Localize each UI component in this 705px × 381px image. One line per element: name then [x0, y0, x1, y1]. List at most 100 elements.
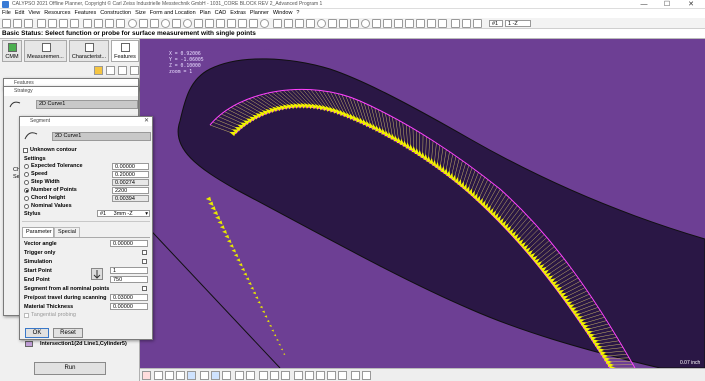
trigger-only-checkbox[interactable] [142, 250, 147, 255]
refresh-icon[interactable] [351, 371, 360, 380]
straightness-icon[interactable] [306, 19, 315, 28]
cad-graphic-view[interactable] [140, 39, 705, 368]
flatness-icon[interactable] [295, 19, 304, 28]
help-icon[interactable] [473, 19, 482, 28]
sphere-feature-icon[interactable] [194, 19, 203, 28]
chord-height-radio[interactable] [24, 196, 29, 201]
rotate-icon[interactable] [246, 371, 255, 380]
stylus-direction-select[interactable]: 1 -Z [505, 20, 531, 27]
pan-icon[interactable] [235, 371, 244, 380]
minimize-button[interactable]: — [633, 0, 655, 9]
stop-icon[interactable] [105, 19, 114, 28]
cylinder-feature-icon[interactable] [172, 19, 181, 28]
stylus-icon[interactable] [59, 19, 68, 28]
tab-measurement[interactable]: Measuremen... [24, 40, 67, 62]
speed-field[interactable]: 0.20000 [112, 171, 149, 178]
start-icon[interactable] [94, 19, 103, 28]
simulation-icon[interactable] [462, 19, 471, 28]
menu-resources[interactable]: Resources [42, 9, 72, 18]
end-point-field[interactable]: 750 [110, 276, 148, 283]
arrow-up-icon[interactable] [130, 66, 139, 75]
view-top-icon[interactable] [165, 371, 174, 380]
feature-tree-item[interactable]: Intersection1(2d Line1,Cylinder5) [40, 341, 127, 347]
free-form-icon[interactable] [238, 19, 247, 28]
highlight-icon[interactable] [94, 66, 103, 75]
zoom-in-icon[interactable] [294, 371, 303, 380]
zoom-fit-icon[interactable] [327, 371, 336, 380]
menu-construction[interactable]: Construction [98, 9, 133, 18]
prepost-field[interactable]: 0.03000 [110, 294, 148, 301]
segment-all-checkbox[interactable] [142, 286, 147, 291]
tab-cmm[interactable]: CMM [2, 40, 22, 62]
stop-view-icon[interactable] [142, 371, 151, 380]
menu-edit[interactable]: Edit [13, 9, 26, 18]
open-icon[interactable] [13, 19, 22, 28]
expected-tolerance-field[interactable]: 0.00000 [112, 163, 149, 170]
close-button[interactable]: ✕ [680, 0, 702, 9]
menu-features[interactable]: Features [72, 9, 98, 18]
material-thickness-field[interactable]: 0.00000 [110, 303, 148, 310]
step-width-radio[interactable] [24, 180, 29, 185]
pcm-icon[interactable] [451, 19, 460, 28]
menu-window[interactable]: Window [271, 9, 295, 18]
rectangle-feature-icon[interactable] [227, 19, 236, 28]
menu-file[interactable]: File [0, 9, 13, 18]
tab-features[interactable]: Features [111, 40, 139, 62]
view-iso-icon[interactable] [187, 371, 196, 380]
angle-icon[interactable] [284, 19, 293, 28]
edit-icon[interactable] [106, 66, 115, 75]
menu-size[interactable]: Size [133, 9, 148, 18]
stylus-system-select[interactable]: #1 [489, 20, 503, 27]
symmetry-tol-icon[interactable] [394, 19, 403, 28]
roundness-icon[interactable] [317, 19, 326, 28]
tab-characteristics[interactable]: Characterist... [69, 40, 109, 62]
zoom-window-icon[interactable] [316, 371, 325, 380]
close-icon[interactable]: ✕ [144, 117, 149, 126]
stylus-select[interactable]: #1 3mm -Z ▾ [97, 210, 150, 217]
new-icon[interactable] [2, 19, 11, 28]
probe-icon[interactable] [48, 19, 57, 28]
zoom-out-icon[interactable] [305, 371, 314, 380]
cad-import-icon[interactable] [405, 19, 414, 28]
maximize-button[interactable]: ☐ [656, 0, 678, 9]
nominal-values-radio[interactable] [24, 204, 29, 209]
light-icon[interactable] [259, 371, 268, 380]
expected-tolerance-radio[interactable] [24, 164, 29, 169]
slot-feature-icon[interactable] [216, 19, 225, 28]
parallelism-icon[interactable] [328, 19, 337, 28]
cad-settings-icon[interactable] [438, 19, 447, 28]
line-feature-icon[interactable] [150, 19, 159, 28]
start-point-field[interactable]: 1 [110, 267, 148, 274]
base-alignment-icon[interactable] [70, 19, 79, 28]
symmetry-icon[interactable] [249, 19, 258, 28]
perpendicularity-icon[interactable] [339, 19, 348, 28]
distance-icon[interactable] [273, 19, 282, 28]
cad-scene[interactable] [140, 39, 705, 368]
run-button[interactable]: Run [34, 362, 106, 375]
rotate-y-icon[interactable] [211, 371, 220, 380]
tab-special[interactable]: Special [54, 227, 80, 237]
save-icon[interactable] [24, 19, 33, 28]
cad-view-icon[interactable] [416, 19, 425, 28]
rotate-x-icon[interactable] [200, 371, 209, 380]
number-of-points-field[interactable]: 2200 [112, 187, 149, 194]
menu-view[interactable]: View [26, 9, 42, 18]
clearance-icon[interactable] [83, 19, 92, 28]
plane-feature-icon[interactable] [139, 19, 148, 28]
position-icon[interactable] [350, 19, 359, 28]
pick-point-icon[interactable] [91, 268, 103, 280]
arrow-down-icon[interactable] [118, 66, 127, 75]
curve-feature-icon[interactable] [205, 19, 214, 28]
menu-help[interactable]: ? [294, 9, 301, 18]
menu-cad[interactable]: CAD [213, 9, 229, 18]
zoom-all-icon[interactable] [338, 371, 347, 380]
print-icon[interactable] [362, 371, 371, 380]
strategy-item[interactable]: 2D Curve1 [36, 100, 138, 109]
reset-button[interactable]: Reset [53, 328, 83, 338]
menu-plan[interactable]: Plan [198, 9, 213, 18]
circle-path-icon[interactable] [260, 19, 269, 28]
view-side-icon[interactable] [176, 371, 185, 380]
unknown-contour-checkbox[interactable] [23, 148, 28, 153]
rotate-z-icon[interactable] [222, 371, 231, 380]
point-feature-icon[interactable] [161, 19, 170, 28]
